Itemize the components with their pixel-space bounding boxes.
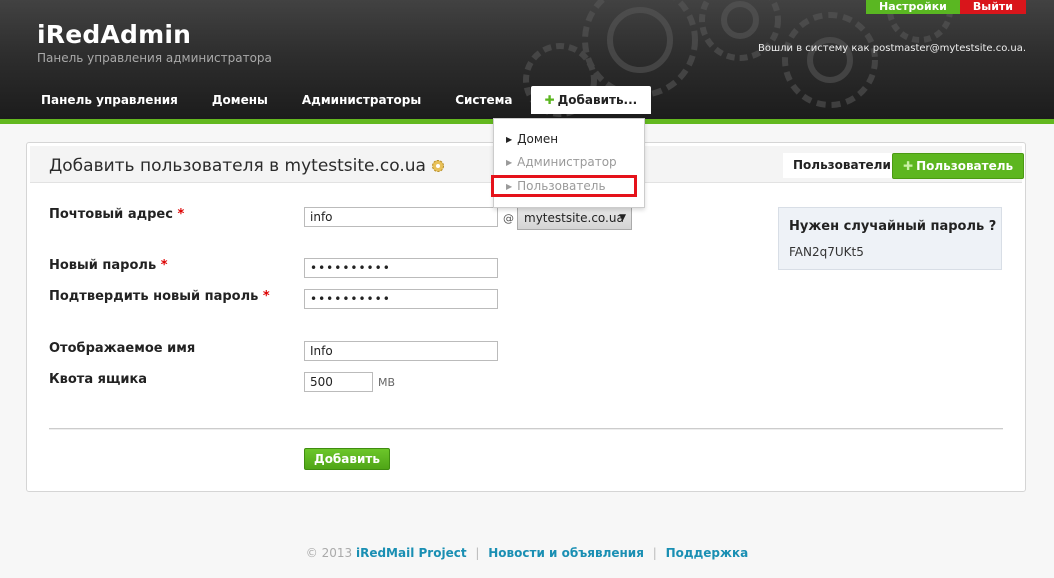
domain-select-value: mytestsite.co.ua — [524, 211, 624, 225]
confirm-password-label: Подтвердить новый пароль * — [49, 289, 270, 304]
email-label-text: Почтовый адрес — [49, 207, 173, 222]
random-password-value: FAN2q7UKt5 — [789, 245, 864, 259]
new-password-label: Новый пароль * — [49, 258, 168, 273]
footer-separator: | — [475, 546, 480, 560]
footer-copyright: © 2013 — [305, 546, 353, 560]
caret-right-icon: ▶ — [506, 135, 513, 144]
add-dropdown-menu: ▶ Домен ▶ Администратор ▶ Пользователь — [491, 118, 645, 208]
footer-news-link[interactable]: Новости и объявления — [488, 546, 644, 560]
display-name-field[interactable]: Info — [304, 341, 498, 361]
main-nav: Панель управления Домены Администраторы … — [24, 86, 652, 114]
login-info: Вошли в систему как postmaster@mytestsit… — [758, 43, 1026, 54]
form-divider — [49, 428, 1003, 430]
settings-button[interactable]: Настройки — [866, 0, 960, 14]
page-title: Добавить пользователя в mytestsite.co.ua — [49, 156, 446, 176]
at-sign: @ — [503, 212, 514, 225]
quota-unit: MB — [378, 376, 396, 389]
footer-separator: | — [652, 546, 657, 560]
highlight-box — [491, 175, 637, 197]
menu-item-domain[interactable]: ▶ Домен — [506, 132, 558, 146]
required-mark: * — [160, 258, 168, 273]
required-mark: * — [177, 207, 185, 222]
quota-field[interactable]: 500 — [304, 372, 373, 392]
chevron-down-icon: ▼ — [619, 213, 626, 223]
add-user-button[interactable]: ✚ Пользователь — [892, 153, 1025, 179]
logout-button[interactable]: Выйти — [959, 0, 1026, 14]
required-mark: * — [262, 289, 270, 304]
nav-system[interactable]: Система — [438, 86, 529, 114]
plus-icon: ✚ — [544, 93, 555, 107]
email-label: Почтовый адрес * — [49, 207, 184, 222]
add-user-label: Пользователь — [916, 159, 1014, 173]
footer-project-link[interactable]: iRedMail Project — [356, 546, 467, 560]
gear-icon — [431, 160, 444, 172]
footer: © 2013 iRedMail Project | Новости и объя… — [0, 546, 1054, 560]
nav-dashboard[interactable]: Панель управления — [24, 86, 195, 114]
menu-item-admin[interactable]: ▶ Администратор — [506, 155, 617, 169]
app-tagline: Панель управления администратора — [37, 51, 272, 65]
caret-right-icon: ▶ — [506, 158, 513, 167]
tab-users[interactable]: Пользователи — [783, 153, 901, 178]
new-password-field[interactable]: •••••••••• — [304, 258, 498, 278]
new-password-label-text: Новый пароль — [49, 258, 157, 273]
random-password-title: Нужен случайный пароль ? — [789, 219, 997, 234]
quota-label: Квота ящика — [49, 372, 148, 387]
menu-item-admin-label: Администратор — [517, 155, 617, 169]
app-logo[interactable]: iRedAdmin — [37, 20, 191, 49]
top-links: Настройки Выйти — [866, 0, 1026, 14]
nav-domains[interactable]: Домены — [195, 86, 285, 114]
nav-admins[interactable]: Администраторы — [285, 86, 438, 114]
page-title-text: Добавить пользователя в mytestsite.co.ua — [49, 156, 426, 176]
email-field[interactable]: info — [304, 207, 498, 227]
nav-add-menu[interactable]: ✚ Добавить... — [530, 86, 652, 114]
confirm-password-label-text: Подтвердить новый пароль — [49, 289, 259, 304]
plus-icon: ✚ — [903, 159, 914, 173]
nav-add-label: Добавить... — [557, 93, 638, 107]
domain-select[interactable]: mytestsite.co.ua ▼ — [517, 207, 632, 230]
header: iRedAdmin Панель управления администрато… — [0, 0, 1054, 119]
menu-item-domain-label: Домен — [517, 132, 559, 146]
confirm-password-field[interactable]: •••••••••• — [304, 289, 498, 309]
display-name-label: Отображаемое имя — [49, 341, 196, 356]
footer-support-link[interactable]: Поддержка — [666, 546, 749, 560]
random-password-box: Нужен случайный пароль ? FAN2q7UKt5 — [778, 207, 1002, 270]
submit-add-button[interactable]: Добавить — [304, 448, 390, 470]
